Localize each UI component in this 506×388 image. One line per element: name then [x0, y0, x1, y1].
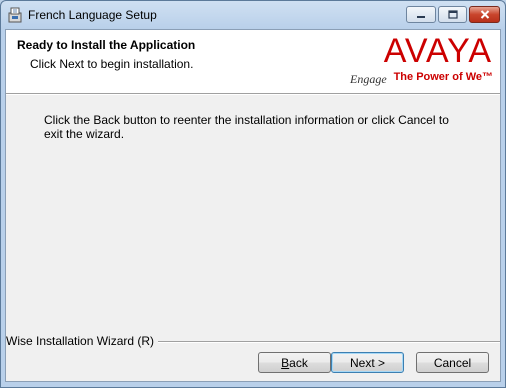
back-button[interactable]: Back: [258, 352, 331, 373]
header-banner: Ready to Install the Application Click N…: [6, 30, 500, 93]
cancel-button[interactable]: Cancel: [416, 352, 489, 373]
next-button[interactable]: Next >: [331, 352, 404, 373]
back-button-label: ack: [289, 355, 308, 370]
banner-title: Ready to Install the Application: [17, 38, 196, 52]
avaya-logo: AVAYA Engage The Power of We™: [349, 32, 493, 86]
header-separator: [6, 93, 500, 95]
logo-tagline: The Power of We™: [394, 71, 493, 83]
wizard-brand-label: Wise Installation Wizard (R): [6, 334, 159, 348]
maximize-icon: [447, 8, 458, 22]
banner-subtitle: Click Next to begin installation.: [30, 57, 194, 71]
window-title: French Language Setup: [28, 8, 157, 22]
dialog-client-area: Ready to Install the Application Click N…: [5, 29, 501, 382]
minimize-icon: [416, 8, 426, 22]
setup-window: French Language Setup Ready to Install t…: [0, 0, 506, 388]
installer-icon: [7, 7, 23, 23]
maximize-button[interactable]: [438, 6, 467, 23]
footer-separator: [146, 341, 500, 343]
logo-tagline-script: Engage: [349, 72, 387, 86]
back-button-mnemonic: B: [281, 355, 290, 370]
close-icon: [480, 8, 490, 22]
instruction-text: Click the Back button to reenter the ins…: [44, 113, 449, 141]
close-button[interactable]: [469, 6, 500, 23]
title-bar[interactable]: French Language Setup: [1, 1, 505, 29]
logo-wordmark: AVAYA: [384, 32, 492, 70]
minimize-button[interactable]: [406, 6, 436, 23]
